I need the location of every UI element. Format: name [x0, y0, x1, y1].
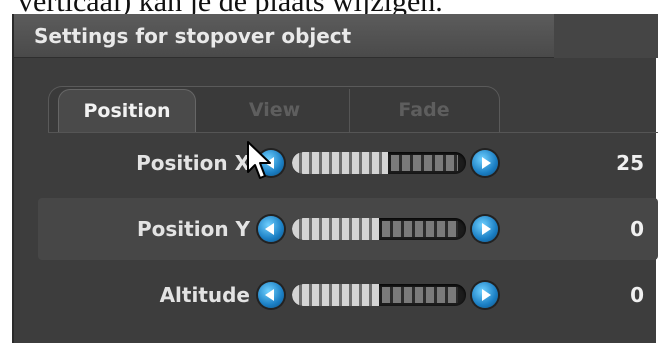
altitude-slider[interactable]: [292, 284, 466, 306]
mouse-pointer-icon: [247, 141, 271, 179]
position-y-value: 0: [630, 217, 644, 241]
arrow-left-icon[interactable]: [258, 282, 284, 308]
position-x-slider[interactable]: [292, 152, 466, 174]
tab-view[interactable]: View: [200, 89, 350, 132]
arrow-right-icon[interactable]: [472, 282, 498, 308]
position-y-label: Position Y: [137, 217, 250, 241]
arrow-left-icon[interactable]: [258, 216, 284, 242]
slider-rest: [382, 221, 458, 237]
tab-position[interactable]: Position: [58, 89, 196, 132]
altitude-value: 0: [630, 283, 644, 307]
position-y-row: Position Y 0: [38, 198, 658, 260]
slider-fill: [292, 218, 379, 240]
altitude-row: Altitude 0: [38, 264, 658, 326]
title-bar-extension: [554, 14, 658, 58]
position-x-value: 25: [616, 151, 644, 175]
slider-rest: [382, 287, 458, 303]
slider-fill: [292, 284, 379, 306]
position-x-row: Position X 25: [38, 132, 658, 194]
altitude-label: Altitude: [159, 283, 250, 307]
arrow-right-icon[interactable]: [472, 216, 498, 242]
panel-title: Settings for stopover object: [14, 14, 554, 58]
slider-fill: [292, 152, 388, 174]
arrow-right-icon[interactable]: [472, 150, 498, 176]
tab-fade[interactable]: Fade: [354, 89, 494, 132]
position-x-label: Position X: [136, 151, 250, 175]
position-y-slider[interactable]: [292, 218, 466, 240]
settings-panel: Settings for stopover object Position Vi…: [12, 14, 658, 343]
tab-bar: Position View Fade: [24, 64, 656, 133]
slider-rest: [391, 155, 458, 171]
